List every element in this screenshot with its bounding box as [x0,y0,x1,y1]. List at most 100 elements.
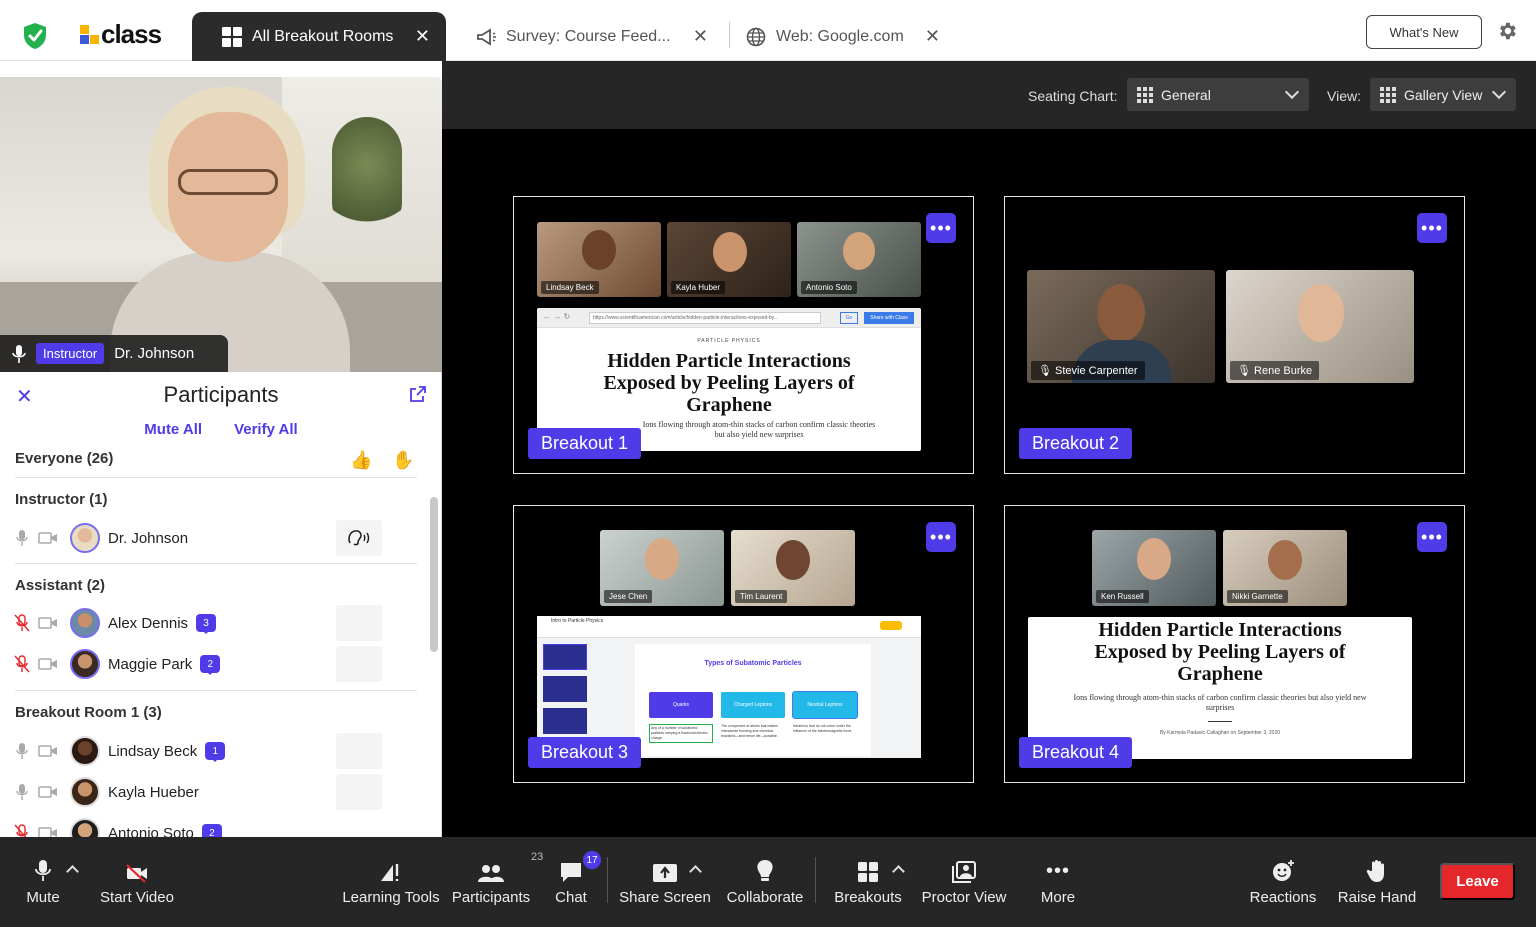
chat-count-badge[interactable]: 2 [200,655,221,675]
slide-box: Neutral Leptons [792,691,858,719]
microphone-icon[interactable] [12,782,32,802]
room-more-button[interactable]: ••• [1417,213,1447,243]
avatar [70,523,100,553]
tab-all-breakout-rooms[interactable]: All Breakout Rooms ✕ [192,12,446,61]
close-tab-icon[interactable]: ✕ [415,26,430,47]
start-video-button[interactable]: Start Video [96,837,178,927]
smiley-icon [1273,860,1294,881]
participant-name: 🎙 Stevie Carpenter [1031,361,1145,380]
room-more-button[interactable]: ••• [1417,522,1447,552]
grid-icon [858,862,878,882]
mic-muted-icon[interactable] [12,654,32,674]
group-breakout-room-1[interactable]: Breakout Room 1 (3) [15,704,162,721]
tab-survey[interactable]: Survey: Course Feed... ✕ [476,12,716,61]
participant-row[interactable]: Alex Dennis 3 [12,605,422,641]
mic-muted-icon[interactable] [12,613,32,633]
camera-icon[interactable] [38,741,58,761]
leave-button[interactable]: Leave [1440,863,1515,900]
proctor-view-icon [952,861,976,883]
speaking-icon[interactable] [336,520,382,556]
whats-new-button[interactable]: What's New [1366,15,1482,49]
bottom-toolbar: Mute Start Video Learning Tools 23 Parti… [0,837,1536,927]
microphone-icon[interactable] [12,741,32,761]
breakout-room-4[interactable]: Ken Russell Nikki Garnette Hidden Partic… [1004,505,1465,783]
panel-title: Participants [163,382,279,407]
role-badge: Instructor [36,343,105,364]
collaborate-button[interactable]: Collaborate [724,837,806,927]
participants-button[interactable]: 23 Participants [450,837,543,927]
chevron-up-icon[interactable] [66,865,79,878]
video-thumbnail: Jese Chen [600,530,724,606]
breakout-room-1[interactable]: Lindsay Beck Kayla Huber Antonio Soto ← … [513,196,974,474]
more-button[interactable]: ••• More [1038,837,1078,927]
camera-icon[interactable] [38,823,58,837]
share-screen-icon [653,864,677,882]
chat-count-badge[interactable]: 2 [201,824,222,837]
learning-tools-button[interactable]: Learning Tools [342,837,440,927]
video-thumbnail: Tim Laurent [731,530,855,606]
room-more-button[interactable]: ••• [926,522,956,552]
plant-decoration [332,117,402,237]
grid-icon [1380,86,1396,103]
camera-icon[interactable] [38,654,58,674]
microphone-icon[interactable] [12,528,32,548]
article-rule [1208,721,1232,722]
room-more-button[interactable]: ••• [926,213,956,243]
mute-button[interactable]: Mute [18,837,68,927]
tab-web-google[interactable]: Web: Google.com ✕ [746,12,946,61]
participant-name: Alex Dennis [108,614,189,632]
chat-icon [561,863,581,882]
participant-row[interactable]: Antonio Soto 2 [12,815,422,837]
globe-icon [746,27,766,47]
video-thumbnail: Nikki Garnette [1223,530,1347,606]
reactions-button[interactable]: Reactions [1247,837,1319,927]
participant-row[interactable]: Lindsay Beck 1 [12,733,422,769]
camera-icon[interactable] [38,782,58,802]
camera-icon[interactable] [38,613,58,633]
seating-chart-select[interactable]: General [1127,78,1309,111]
go-button: Go [840,312,858,324]
article-headline: Hidden Particle Interactions Exposed by … [1094,619,1346,685]
chevron-down-icon [1491,84,1507,100]
room-label: Breakout 3 [528,737,642,768]
hand-icon[interactable]: ✋ [392,450,414,471]
hand-icon [1366,860,1384,882]
participant-name: Kayla Huber [671,281,726,294]
proctor-view-button[interactable]: Proctor View [918,837,1010,927]
share-button-mini [880,621,902,630]
chat-count-badge[interactable]: 3 [196,614,217,634]
participant-row[interactable]: Maggie Park 2 [12,646,422,682]
video-thumbnail: Ken Russell [1092,530,1216,606]
tab-label: Survey: Course Feed... [506,27,671,45]
raise-hand-button[interactable]: Raise Hand [1336,837,1418,927]
mic-muted-icon[interactable] [12,823,32,837]
verify-all-button[interactable]: Verify All [234,421,298,438]
chat-button[interactable]: 17 Chat [550,837,601,927]
breakouts-button[interactable]: Breakouts [832,837,904,927]
article-byline: By Karmela Padavic-Callaghan on Septembe… [1159,730,1281,736]
room-label: Breakout 4 [1019,737,1133,768]
mute-all-button[interactable]: Mute All [144,421,202,438]
participant-row[interactable]: Dr. Johnson [12,520,422,556]
participant-row[interactable]: Kayla Hueber [12,774,422,810]
breakout-room-2[interactable]: 🎙 Stevie Carpenter 🎙 Rene Burke ••• Brea… [1004,196,1465,474]
chat-count-badge[interactable]: 1 [205,742,226,762]
share-screen-button[interactable]: Share Screen [619,837,711,927]
thumbs-up-icon[interactable]: 👍 [350,450,372,471]
view-toolbar: Seating Chart: General View: Gallery Vie… [442,61,1536,129]
scrollbar[interactable] [430,497,438,652]
video-thumbnail: 🎙 Rene Burke [1226,270,1414,383]
group-everyone[interactable]: Everyone (26) [15,450,113,467]
close-tab-icon[interactable]: ✕ [693,26,708,47]
slide-title: Types of Subatomic Particles [704,660,802,667]
chevron-down-icon [1284,84,1300,100]
view-select[interactable]: Gallery View [1370,78,1516,111]
breakout-room-3[interactable]: Jese Chen Tim Laurent Intro to Particle … [513,505,974,783]
grid-icon [1137,86,1153,103]
close-tab-icon[interactable]: ✕ [925,26,940,47]
microphone-icon [12,344,26,363]
slide-thumb [543,644,587,670]
camera-icon[interactable] [38,528,58,548]
popout-icon[interactable] [410,386,426,402]
gear-icon[interactable] [1496,20,1518,42]
